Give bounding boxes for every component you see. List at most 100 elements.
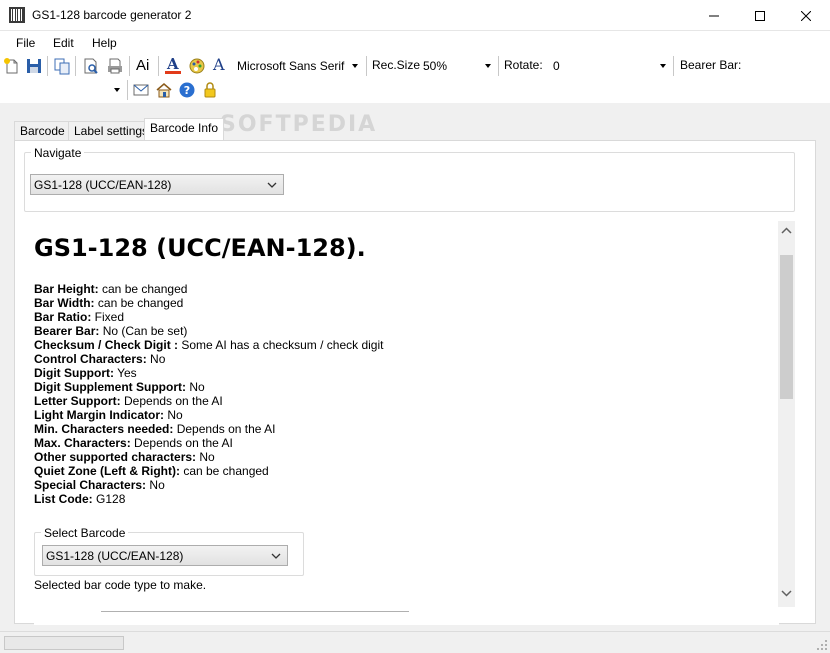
property-row: Digit Support: Yes [34,366,383,380]
status-panel [4,636,124,650]
tab-barcode-info[interactable]: Barcode Info [144,118,225,141]
property-key: Quiet Zone (Left & Right): [34,464,180,478]
recsize-combo[interactable]: 50% [420,56,495,76]
property-value: No [164,408,183,422]
property-value: Yes [113,366,137,380]
property-row: Bar Ratio: Fixed [34,310,383,324]
property-key: Other supported characters: [34,450,197,464]
bearer-bar-label: Bearer Bar: [680,58,742,72]
property-key: Min. Characters needed: [34,422,174,436]
property-row: Other supported characters: No [34,450,383,464]
property-value: Depends on the AI [130,436,233,450]
property-key: Bar Width: [34,296,95,310]
email-icon[interactable] [132,81,150,99]
home-icon[interactable] [155,81,173,99]
save-icon[interactable] [25,57,43,75]
select-barcode-label: Select Barcode [41,526,129,540]
print-preview-icon[interactable] [82,57,100,75]
property-key: Max. Characters: [34,436,131,450]
new-file-icon[interactable] [3,57,21,75]
palette-icon[interactable] [188,57,206,75]
font-icon[interactable]: A [213,55,225,74]
title-bar: GS1-128 barcode generator 2 [0,0,830,31]
chevron-down-icon [267,182,277,188]
font-name-value: Microsoft Sans Serif [237,59,345,73]
minimize-button[interactable] [691,0,737,31]
property-value: G128 [92,492,126,506]
tab-label-settings[interactable]: Label settings [68,121,155,140]
help-icon[interactable]: ? [178,81,196,99]
barcode-title: GS1-128 (UCC/EAN-128). [34,234,366,262]
property-key: Special Characters: [34,478,147,492]
close-button[interactable] [783,0,829,31]
property-row: Digit Supplement Support: No [34,380,383,394]
menu-edit[interactable]: Edit [53,36,74,50]
lock-icon[interactable] [201,81,219,99]
recsize-value: 50% [423,59,448,73]
copy-icon[interactable] [53,57,71,75]
maximize-button[interactable] [737,0,783,31]
property-key: Checksum / Check Digit : [34,338,179,352]
property-key: Bar Height: [34,282,99,296]
property-row: List Code: G128 [34,492,383,506]
property-key: List Code: [34,492,93,506]
property-row: Bar Width: can be changed [34,296,383,310]
property-value: No (Can be set) [99,324,188,338]
selected-description: Selected bar code type to make. [34,578,207,592]
font-color-icon[interactable]: A [164,55,182,75]
chevron-down-icon [271,553,281,559]
bearer-bar-combo[interactable] [4,80,124,100]
property-key: Digit Supplement Support: [34,380,186,394]
barcode-info-panel: Navigate GS1-128 (UCC/EAN-128) GS1-128 (… [14,140,816,625]
navigate-combo[interactable]: GS1-128 (UCC/EAN-128) [30,174,284,195]
barcode-info-content: GS1-128 (UCC/EAN-128). Bar Height: can b… [34,221,779,625]
property-value: can be changed [179,464,269,478]
recsize-label: Rec.Size [372,58,421,72]
scroll-up-icon[interactable] [781,226,792,236]
select-barcode-combo[interactable]: GS1-128 (UCC/EAN-128) [42,545,288,566]
toolbar: Ai A A Microsoft Sans Serif Rec.Size 50%… [0,55,830,103]
property-row: Quiet Zone (Left & Right): can be change… [34,464,383,478]
status-bar [0,631,830,653]
property-key: Bearer Bar: [34,324,100,338]
scroll-thumb[interactable] [780,255,793,399]
property-row: Bearer Bar: No (Can be set) [34,324,383,338]
property-value: No [196,450,215,464]
navigate-value: GS1-128 (UCC/EAN-128) [34,178,172,192]
tab-barcode[interactable]: Barcode [14,121,71,140]
property-list: Bar Height: can be changed Bar Width: ca… [34,282,383,506]
rotate-combo[interactable]: 0 [550,56,670,76]
property-row: Bar Height: can be changed [34,282,383,296]
property-row: Letter Support: Depends on the AI [34,394,383,408]
property-row: Min. Characters needed: Depends on the A… [34,422,383,436]
property-value: Depends on the AI [173,422,276,436]
property-value: Some AI has a checksum / check digit [178,338,384,352]
print-icon[interactable] [106,57,124,75]
text-icon[interactable]: Ai [136,57,149,74]
rotate-label: Rotate: [504,58,543,72]
minimize-icon [709,15,719,16]
navigate-group: Navigate GS1-128 (UCC/EAN-128) [24,146,795,212]
chevron-down-icon [352,64,358,68]
property-row: Special Characters: No [34,478,383,492]
vertical-scrollbar[interactable] [778,221,795,607]
property-value: No [146,478,165,492]
font-name-combo[interactable]: Microsoft Sans Serif [234,56,362,76]
svg-text:?: ? [184,84,190,97]
resize-grip-icon[interactable] [816,639,828,651]
property-key: Control Characters: [34,352,147,366]
chevron-down-icon [114,88,120,92]
property-key: Light Margin Indicator: [34,408,164,422]
menu-file[interactable]: File [16,36,35,50]
property-value: No [186,380,205,394]
property-value: No [146,352,166,366]
barcode-app-icon [9,7,25,23]
menu-help[interactable]: Help [92,36,117,50]
chevron-down-icon [485,64,491,68]
property-row: Control Characters: No [34,352,383,366]
select-barcode-group: Select Barcode GS1-128 (UCC/EAN-128) [34,526,304,576]
property-value: can be changed [94,296,184,310]
select-barcode-value: GS1-128 (UCC/EAN-128) [46,549,184,563]
scroll-down-icon[interactable] [781,588,792,598]
property-value: can be changed [98,282,188,296]
